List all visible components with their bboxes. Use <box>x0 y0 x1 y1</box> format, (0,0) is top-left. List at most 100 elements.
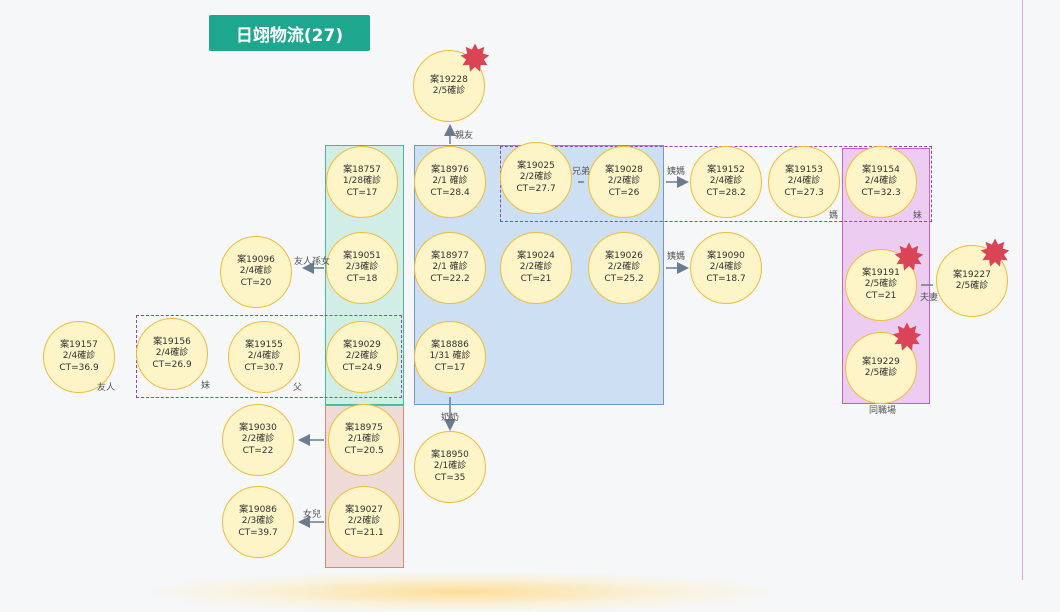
case-node-text: 1/31 確診 <box>429 351 471 362</box>
case-node-text: 案19229 <box>862 356 900 367</box>
case-node-text: 2/4確診 <box>709 176 743 187</box>
case-node-text: 案19157 <box>60 339 98 350</box>
case-node-text: 案19028 <box>605 164 643 175</box>
case-node-text: 案19029 <box>343 339 381 350</box>
case-node-text: 2/5確診 <box>432 86 466 96</box>
label-fuqi: 夫妻 <box>920 293 939 303</box>
case-node-text: CT=36.9 <box>59 362 99 373</box>
burst-star-icon <box>460 43 490 72</box>
case-node-text: 2/4確診 <box>787 176 821 187</box>
case-node-18950: 案18950 2/1確診 CT=35 <box>414 431 486 503</box>
case-node-text: 2/3確診 <box>345 262 379 273</box>
case-node-19156: 案19156 2/4確診 CT=26.9 <box>136 318 208 390</box>
case-node-19096: 案19096 2/4確診 CT=20 <box>220 236 292 308</box>
case-node-text: 2/1 確診 <box>432 262 468 273</box>
case-node-text: 2/2確診 <box>347 516 381 527</box>
case-node-text: 2/1 確診 <box>432 176 468 187</box>
label-fu: 父 <box>293 383 303 393</box>
case-node-text: 案18757 <box>343 164 381 175</box>
label-youren-sunnu: 友人孫女 <box>294 257 331 267</box>
case-node-text: 2/1確診 <box>433 461 467 472</box>
label-xiongdi: 兄弟 <box>572 167 591 177</box>
case-node-19029: 案19029 2/2確診 CT=24.9 <box>326 321 398 393</box>
case-node-text: 案19027 <box>345 504 383 515</box>
case-node-19090: 案19090 2/4確診 CT=18.7 <box>690 232 762 304</box>
case-node-text: 案19025 <box>517 160 555 171</box>
burst-star-icon <box>980 238 1010 267</box>
case-node-19152: 案19152 2/4確診 CT=28.2 <box>690 146 762 218</box>
case-node-text: 案19024 <box>517 250 555 261</box>
case-node-text: CT=35 <box>434 472 466 483</box>
label-nuer: 女兒 <box>303 510 322 520</box>
case-node-text: CT=22 <box>242 445 274 456</box>
label-tongzhichang: 同職場 <box>869 406 897 416</box>
case-node-text: 案19156 <box>153 336 191 347</box>
case-node-text: 案19152 <box>707 164 745 175</box>
label-yima2: 姨媽 <box>667 252 686 262</box>
case-node-text: 1/28確診 <box>342 176 382 187</box>
case-node-text: 2/4確診 <box>62 351 96 362</box>
case-node-text: CT=17 <box>434 362 466 373</box>
label-yima1: 姨媽 <box>667 167 686 177</box>
case-node-19026: 案19026 2/2確診 CT=25.2 <box>588 232 660 304</box>
case-node-text: 2/2確診 <box>241 434 275 445</box>
case-node-19155: 案19155 2/4確診 CT=30.7 <box>228 321 300 393</box>
case-node-text: 2/4確診 <box>247 351 281 362</box>
case-node-18977: 案18977 2/1 確診 CT=22.2 <box>414 232 486 304</box>
case-node-text: CT=21 <box>865 290 897 301</box>
case-node-18886: 案18886 1/31 確診 CT=17 <box>414 321 486 393</box>
case-node-text: CT=39.7 <box>238 527 278 538</box>
burst-star-icon <box>892 322 922 351</box>
case-node-text: 案18976 <box>431 164 469 175</box>
case-node-19154: 案19154 2/4確診 CT=32.3 <box>845 146 917 218</box>
case-node-text: CT=17 <box>346 187 378 198</box>
case-node-19051: 案19051 2/3確診 CT=18 <box>326 232 398 304</box>
case-node-text: CT=21.1 <box>344 527 384 538</box>
case-node-19030: 案19030 2/2確診 CT=22 <box>222 404 294 476</box>
case-node-text: CT=26.9 <box>152 359 192 370</box>
case-node-text: 2/4確診 <box>864 176 898 187</box>
case-node-text: 2/3確診 <box>241 516 275 527</box>
case-node-18976: 案18976 2/1 確診 CT=28.4 <box>414 146 486 218</box>
case-node-text: CT=28.4 <box>430 187 470 198</box>
case-node-text: 案19030 <box>239 422 277 433</box>
case-node-text: CT=32.3 <box>861 187 901 198</box>
case-node-text: CT=24.9 <box>342 362 382 373</box>
case-node-text: 案19153 <box>785 164 823 175</box>
label-mei1: 妹 <box>913 211 923 221</box>
case-node-text: 2/5確診 <box>864 368 898 378</box>
label-ma: 媽 <box>829 211 839 221</box>
case-node-text: 案18975 <box>345 422 383 433</box>
case-node-text: 案19026 <box>605 250 643 261</box>
case-node-text: CT=18 <box>346 273 378 284</box>
case-node-text: CT=22.2 <box>430 273 470 284</box>
label-nainai: 奶奶 <box>441 413 460 423</box>
case-node-text: 案19228 <box>430 74 468 85</box>
case-node-text: 案19051 <box>343 250 381 261</box>
case-node-18975: 案18975 2/1確診 CT=20.5 <box>328 404 400 476</box>
case-node-text: 案19086 <box>239 504 277 515</box>
case-node-text: 案19090 <box>707 250 745 261</box>
case-node-text: CT=21 <box>520 273 552 284</box>
case-node-text: 2/2確診 <box>345 351 379 362</box>
case-node-text: 案18977 <box>431 250 469 261</box>
case-node-text: 2/2確診 <box>607 262 641 273</box>
burst-star-icon <box>894 242 924 271</box>
case-node-text: 案18950 <box>431 449 469 460</box>
case-node-19024: 案19024 2/2確診 CT=21 <box>500 232 572 304</box>
case-node-text: 2/1確診 <box>347 434 381 445</box>
case-node-19028: 案19028 2/2確診 CT=26 <box>588 146 660 218</box>
case-node-text: 2/4確診 <box>239 266 273 277</box>
case-node-text: CT=28.2 <box>706 187 746 198</box>
case-node-text: 2/2確診 <box>607 176 641 187</box>
case-node-19027: 案19027 2/2確診 CT=21.1 <box>328 486 400 558</box>
case-node-19086: 案19086 2/3確診 CT=39.7 <box>222 486 294 558</box>
case-node-text: CT=20.5 <box>344 445 384 456</box>
case-node-text: 2/5確診 <box>955 281 989 291</box>
label-mei2: 妹 <box>201 381 211 391</box>
case-node-text: 案19154 <box>862 164 900 175</box>
case-node-text: CT=25.2 <box>604 273 644 284</box>
label-qinyou: 親友 <box>455 131 474 141</box>
case-node-19025: 案19025 2/2確診 CT=27.7 <box>500 142 572 214</box>
case-node-text: CT=30.7 <box>244 362 284 373</box>
